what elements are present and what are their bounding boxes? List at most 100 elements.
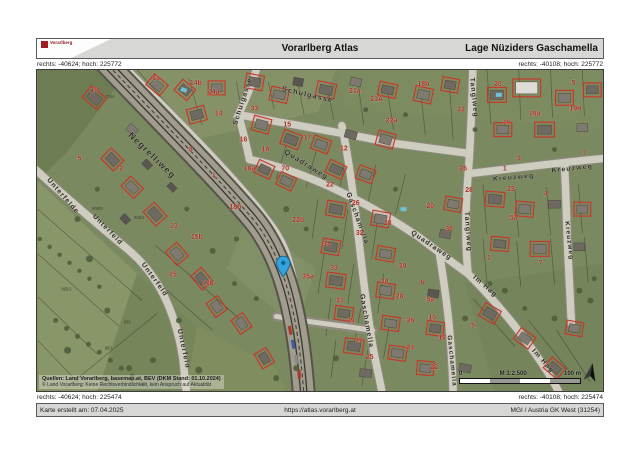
house-number: 22 [457,107,465,114]
house-number: 17b [202,281,214,288]
house-number: 16 [240,137,248,144]
building [577,124,588,132]
house-number: 35a [302,274,314,281]
coordinates-top: rechts: -40624; hoch: 225772 rechts: -40… [36,59,604,69]
house-number: 21a [349,88,361,95]
building [535,122,555,137]
house-number: 7 [582,150,586,157]
house-number: 5 [471,322,475,329]
house-number: 26 [459,165,467,172]
building [441,77,460,94]
house-number: 4 [544,191,548,198]
building [376,245,396,262]
house-number: 5a [426,297,434,304]
building [280,129,303,149]
house-number: 19 [503,120,511,127]
house-number: 10 [428,314,436,321]
fields-layer [38,70,602,391]
house-number: 18a [244,165,256,172]
building [515,201,534,217]
house-number: 10 [91,87,99,94]
scale-bar: 0 M 1:2.500 100 m [459,371,581,384]
house-number: 21A [370,96,383,103]
print-page: Vorarlberg Vorarlberg Atlas Lage Nüzider… [36,38,604,417]
building [565,320,584,337]
house-number: 24 [407,344,415,351]
house-number: 19a [529,111,541,118]
house-number: 23 [507,186,515,193]
house-number: 8a [152,75,160,82]
building [530,241,549,256]
house-number: 1 [487,255,491,262]
vorarlberg-logo-icon [41,41,48,48]
coordinate-top-left: rechts: -40624; hoch: 225772 [37,61,122,68]
house-number: 31 [336,298,344,305]
building [167,182,178,193]
house-number: 6 [420,280,424,287]
building [231,313,252,335]
map-canvas: 865/1866883908/1908/975/4 NegrelliwegSch… [36,69,604,392]
building [513,79,541,97]
house-number: 32 [356,230,364,237]
page-subtitle: Lage Nüziders Gaschamella [465,43,598,54]
coordinate-top-right: rechts: -40108; hoch: 225772 [518,61,603,68]
footer-bar: Karte erstellt am: 07.04.2025 https://at… [36,403,604,417]
house-number: 14 [215,111,223,118]
house-number: 14b [190,80,202,87]
house-number: 20 [494,81,502,88]
building [355,165,376,184]
parcel-id: 865/1 [61,287,72,292]
house-number: 27 [355,337,363,344]
house-number: 15 [283,122,291,129]
parcel-id: 908/9 [92,206,103,211]
coordinates-bottom: rechts: -40624; hoch: 225474 rechts: -40… [36,392,604,402]
house-number: 2 [119,165,123,172]
building [121,176,143,198]
house-number: 17 [303,135,311,142]
building [381,315,401,331]
house-number: 5 [78,155,82,162]
house-number: 5a [510,215,518,222]
building [549,200,561,208]
house-number: 5 [571,80,575,87]
house-number: 15 [169,272,177,279]
coordinate-bottom-right: rechts: -40108; hoch: 225474 [518,394,603,401]
house-number: 18b [417,81,429,88]
scale-distance: 100 m [564,371,581,377]
building [143,202,167,226]
building [388,345,408,361]
house-number: 30 [445,226,453,233]
map-aerial-image: 865/1866883908/1908/975/4 NegrelliwegSch… [37,70,603,391]
house-number: 28 [384,220,392,227]
parcel-id: 866 [124,319,132,324]
scale-ratio: M 1:2.500 [500,371,527,377]
footer-url: https://atlas.vorarlberg.at [284,407,356,414]
coordinate-bottom-left: rechts: -40624; hoch: 225474 [37,394,122,401]
building [293,77,304,87]
house-number: 22a [386,118,398,125]
header-bar: Vorarlberg Vorarlberg Atlas Lage Nüzider… [36,38,604,59]
building [375,130,396,149]
building [413,86,434,104]
building [120,213,131,224]
building [490,236,509,251]
north-arrow-icon [584,363,598,382]
building [485,191,505,207]
house-number: 15b [191,234,203,241]
house-number: 3 [517,155,521,162]
house-number: 18 [261,146,269,153]
building [556,90,574,105]
building [574,202,591,216]
house-number: 25 [366,354,374,361]
scale-bar-segments [459,378,581,384]
house-number: 14a [208,89,220,96]
building [206,296,227,318]
house-number: 30 [381,279,389,286]
parcel-id: 75/4 [106,94,115,99]
house-number: 7 [539,260,543,267]
house-number: 8 [189,146,193,153]
parcel-id: 908/1 [134,215,145,220]
house-number: 19b [569,106,581,113]
footer-projection: MGI / Austria GK West (31254) [511,407,600,414]
house-number: 35 [323,241,331,248]
